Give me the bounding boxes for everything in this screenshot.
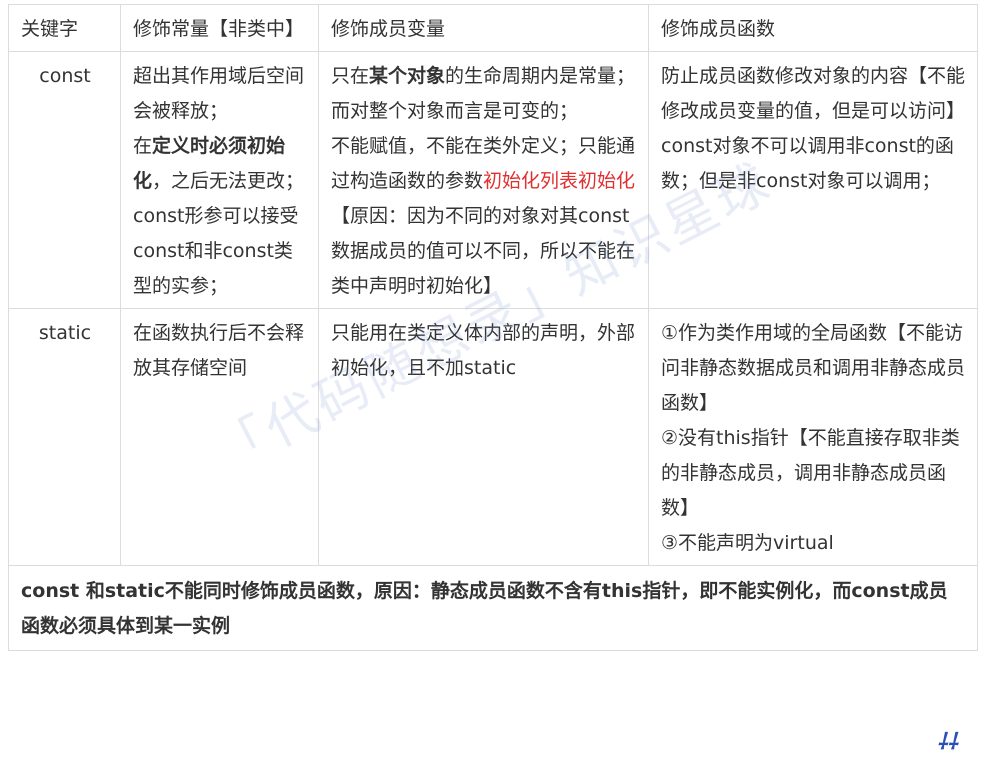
- text-span: ，之后无法更改；: [152, 170, 304, 192]
- const-member-func-line2: const对象不可以调用非const的函数；但是非const对象可以调用；: [661, 129, 966, 199]
- bold-text: 某个对象: [369, 65, 445, 87]
- footer-row: const 和static不能同时修饰成员函数，原因：静态成员函数不含有this…: [9, 566, 978, 651]
- const-member-var-para1: 只在某个对象的生命周期内是常量；而对整个对象而言是可变的；: [331, 59, 637, 129]
- static-constant-cell: 在函数执行后不会释放其存储空间: [121, 309, 319, 566]
- header-constant: 修饰常量【非类中】: [121, 5, 319, 52]
- text-span: 只在: [331, 65, 369, 87]
- const-member-var-para2: 不能赋值，不能在类外定义；只能通过构造函数的参数初始化列表初始化【原因：因为不同…: [331, 129, 637, 304]
- keyword-const: const: [9, 52, 121, 309]
- const-constant-line2: 在定义时必须初始化，之后无法更改；: [133, 129, 307, 199]
- comparison-table: 关键字 修饰常量【非类中】 修饰成员变量 修饰成员函数 const 超出其作用域…: [8, 4, 978, 651]
- text-span: 【原因：因为不同的对象对其const数据成员的值可以不同，所以不能在类中声明时初…: [331, 205, 635, 297]
- table-row-const: const 超出其作用域后空间会被释放； 在定义时必须初始化，之后无法更改； c…: [9, 52, 978, 309]
- static-member-func-line2: ②没有this指针【不能直接存取非类的非静态成员，调用非静态成员函数】: [661, 421, 966, 526]
- const-constant-cell: 超出其作用域后空间会被释放； 在定义时必须初始化，之后无法更改； const形参…: [121, 52, 319, 309]
- header-keyword: 关键字: [9, 5, 121, 52]
- highlight-text: 初始化列表初始化: [483, 170, 635, 192]
- const-constant-line1: 超出其作用域后空间会被释放；: [133, 59, 307, 129]
- footer-note: const 和static不能同时修饰成员函数，原因：静态成员函数不含有this…: [9, 566, 978, 651]
- table-row-static: static 在函数执行后不会释放其存储空间 只能用在类定义体内部的声明，外部初…: [9, 309, 978, 566]
- static-member-func-line1: ①作为类作用域的全局函数【不能访问非静态数据成员和调用非静态成员函数】: [661, 316, 966, 421]
- static-member-func-line3: ③不能声明为virtual: [661, 526, 966, 561]
- logo-icon: ⸸⸸: [937, 726, 958, 756]
- header-member-function: 修饰成员函数: [649, 5, 978, 52]
- const-member-func-line1: 防止成员函数修改对象的内容【不能修改成员变量的值，但是可以访问】: [661, 59, 966, 129]
- header-row: 关键字 修饰常量【非类中】 修饰成员变量 修饰成员函数: [9, 5, 978, 52]
- header-member-variable: 修饰成员变量: [319, 5, 649, 52]
- static-member-var-cell: 只能用在类定义体内部的声明，外部初始化，且不加static: [319, 309, 649, 566]
- static-member-func-cell: ①作为类作用域的全局函数【不能访问非静态数据成员和调用非静态成员函数】 ②没有t…: [649, 309, 978, 566]
- const-constant-line3: const形参可以接受const和非const类型的实参；: [133, 199, 307, 304]
- text-span: 在: [133, 135, 152, 157]
- const-member-func-cell: 防止成员函数修改对象的内容【不能修改成员变量的值，但是可以访问】 const对象…: [649, 52, 978, 309]
- keyword-static: static: [9, 309, 121, 566]
- const-member-var-cell: 只在某个对象的生命周期内是常量；而对整个对象而言是可变的； 不能赋值，不能在类外…: [319, 52, 649, 309]
